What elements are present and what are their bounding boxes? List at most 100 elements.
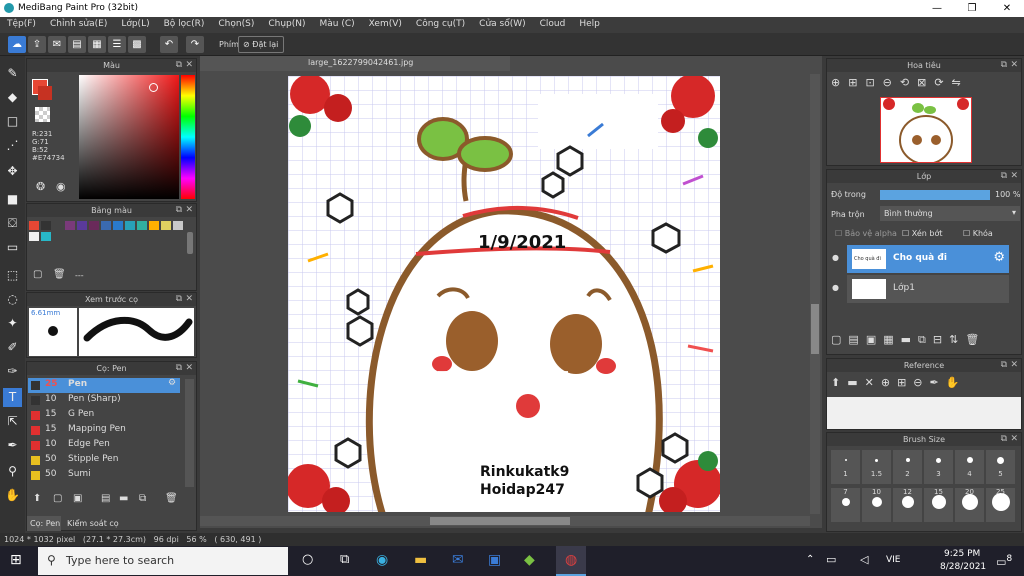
palette-swatch[interactable] — [29, 232, 39, 241]
volume-icon[interactable]: ◁ — [860, 553, 868, 566]
tab-brush[interactable]: Cọ: Pen — [27, 516, 61, 531]
zoom-out-icon[interactable]: ⊖ — [913, 376, 929, 389]
new-8bit-icon[interactable]: ▣ — [866, 333, 883, 346]
select-eraser-icon[interactable]: ✑ — [3, 362, 22, 381]
close-icon[interactable]: ✕ — [1010, 359, 1018, 372]
expand-icon[interactable]: ⧉ — [1001, 170, 1007, 183]
visibility-icon[interactable]: ● — [832, 253, 839, 262]
navigator-thumbnail[interactable] — [880, 97, 972, 165]
file-explorer-icon[interactable]: ▬ — [414, 552, 427, 568]
menu-item[interactable]: Cửa sổ(W) — [472, 17, 532, 33]
close-button[interactable]: ✕ — [990, 0, 1024, 17]
brush-size-cell[interactable]: 25 — [986, 488, 1015, 522]
brush-item[interactable]: 10 Pen (Sharp) — [28, 393, 180, 408]
close-icon[interactable]: ✕ — [185, 293, 193, 306]
brush-item[interactable]: 50 Sumi — [28, 468, 180, 483]
menu-item[interactable]: Công cụ(T) — [409, 17, 472, 33]
brush-size-cell[interactable]: 20 — [955, 488, 984, 522]
hue-slider[interactable] — [181, 75, 195, 199]
delete-icon[interactable]: 🗑 — [965, 333, 986, 346]
rotate-left-icon[interactable]: ⟲ — [900, 76, 917, 89]
palette-swatch[interactable] — [41, 221, 51, 230]
comment-icon[interactable]: ✉ — [48, 36, 66, 53]
palette-swatch[interactable] — [29, 221, 39, 230]
lock-checkbox[interactable]: ☐ Khóa — [963, 229, 993, 238]
minimize-button[interactable]: — — [920, 0, 954, 17]
palette-icon[interactable]: ❂ — [36, 180, 45, 193]
brush-size-cell[interactable]: 1 — [831, 450, 860, 484]
bucket-tool-icon[interactable]: ⛋ — [3, 214, 22, 233]
palette-swatch[interactable] — [65, 221, 75, 230]
menu-item[interactable]: Chọn(S) — [211, 17, 261, 33]
brush-item[interactable]: 50 Stipple Pen — [28, 453, 180, 468]
new-brush-icon[interactable]: ▢ — [53, 493, 62, 504]
hand-tool-icon[interactable]: ✋ — [3, 486, 22, 505]
medibang-taskbar-icon[interactable]: ◍ — [556, 546, 586, 576]
palette-swatch[interactable] — [173, 221, 183, 230]
brush-size-cell[interactable]: 10 — [862, 488, 891, 522]
layer-row-active[interactable]: Cho quà đi Cho quà đi ⚙ — [847, 245, 1009, 273]
menu-item[interactable]: Help — [572, 17, 607, 33]
notification-icon[interactable]: ▭8 — [996, 553, 1012, 569]
merge-icon[interactable]: ⊟ — [933, 333, 949, 346]
maximize-button[interactable]: ❐ — [955, 0, 989, 17]
sub-color-swatch[interactable] — [38, 86, 52, 100]
transparent-swatch[interactable] — [35, 107, 50, 122]
rotate-right-icon[interactable]: ⟳ — [934, 76, 951, 89]
duplicate-icon[interactable]: ⧉ — [918, 333, 933, 346]
brush-size-cell[interactable]: 4 — [955, 450, 984, 484]
color-settings-icon[interactable]: ◉ — [56, 180, 66, 193]
eraser-tool-icon[interactable]: ◆ — [3, 88, 22, 107]
folder-icon[interactable]: ▬ — [847, 376, 864, 389]
brush-size-cell[interactable]: 5 — [986, 450, 1015, 484]
brush-size-cell[interactable]: 3 — [924, 450, 953, 484]
magic-wand-icon[interactable]: ✦ — [3, 314, 22, 333]
expand-icon[interactable]: ⧉ — [176, 293, 182, 306]
menu-item[interactable]: Chỉnh sửa(E) — [43, 17, 114, 33]
menu-item[interactable]: Tệp(F) — [0, 17, 43, 33]
app-icon[interactable]: ◆ — [524, 552, 535, 568]
protect-alpha-checkbox[interactable]: ☐ Bảo vệ alpha — [835, 229, 897, 238]
horizontal-scrollbar[interactable] — [200, 516, 810, 526]
saturation-value-picker[interactable] — [79, 75, 179, 199]
network-icon[interactable]: ▭ — [826, 553, 836, 566]
menu-item[interactable]: Xem(V) — [362, 17, 409, 33]
brush-scrollbar[interactable] — [185, 379, 194, 487]
close-icon[interactable]: ✕ — [1010, 170, 1018, 183]
expand-icon[interactable]: ⧉ — [1001, 359, 1007, 372]
copy-icon[interactable]: ▤ — [101, 493, 110, 504]
scroll-thumb[interactable] — [811, 304, 819, 354]
menu-item[interactable]: Lớp(L) — [114, 17, 156, 33]
flip-icon[interactable]: ⇋ — [952, 76, 969, 89]
grid-icon[interactable]: ▩ — [128, 36, 146, 53]
palette-swatch[interactable] — [53, 221, 63, 230]
cortana-icon[interactable]: ○ — [302, 552, 313, 567]
menu-item[interactable]: Màu (C) — [313, 17, 362, 33]
dot-tool-icon[interactable]: ⋰ — [3, 136, 22, 155]
opacity-slider[interactable] — [880, 190, 990, 200]
actual-size-icon[interactable]: ⊡ — [865, 76, 882, 89]
drawing-canvas[interactable]: 1/9/2021 Rinkukatk9 Hoidap247 — [288, 76, 720, 512]
expand-icon[interactable]: ⧉ — [1001, 433, 1007, 446]
scrollbar[interactable] — [187, 232, 193, 254]
layer-row[interactable]: Lớp1 — [847, 275, 1009, 303]
gear-icon[interactable]: ⚙ — [168, 378, 176, 388]
delete-icon[interactable]: 🗑 — [53, 269, 66, 280]
upload-icon[interactable]: ⇪ — [28, 36, 46, 53]
delete-icon[interactable]: 🗑 — [165, 493, 178, 504]
eyedropper-icon[interactable]: ⚲ — [3, 462, 22, 481]
menu-item[interactable]: Chụp(N) — [261, 17, 312, 33]
tab-brush-control[interactable]: Kiểm soát cọ — [65, 516, 119, 528]
mail-icon[interactable]: ✉ — [452, 552, 464, 568]
navigator-controls[interactable]: ⊕⊞⊡⊖⟲⊠⟳⇋ — [831, 76, 1021, 94]
undo-button[interactable]: ↶ — [160, 36, 178, 53]
new-halftone-icon[interactable]: ▤ — [848, 333, 865, 346]
new-layer-icon[interactable]: ▢ — [831, 333, 848, 346]
brush-item[interactable]: 25 Pen ⚙ — [28, 378, 180, 393]
lasso-tool-icon[interactable]: ◌ — [3, 290, 22, 309]
palette-swatch[interactable] — [89, 221, 99, 230]
gradient-tool-icon[interactable]: ▭ — [3, 238, 22, 257]
blend-select[interactable]: Bình thường ▾ — [880, 206, 1020, 221]
gear-icon[interactable]: ⚙ — [993, 250, 1005, 265]
reset-button[interactable]: ⊘ Đặt lại — [238, 36, 284, 53]
